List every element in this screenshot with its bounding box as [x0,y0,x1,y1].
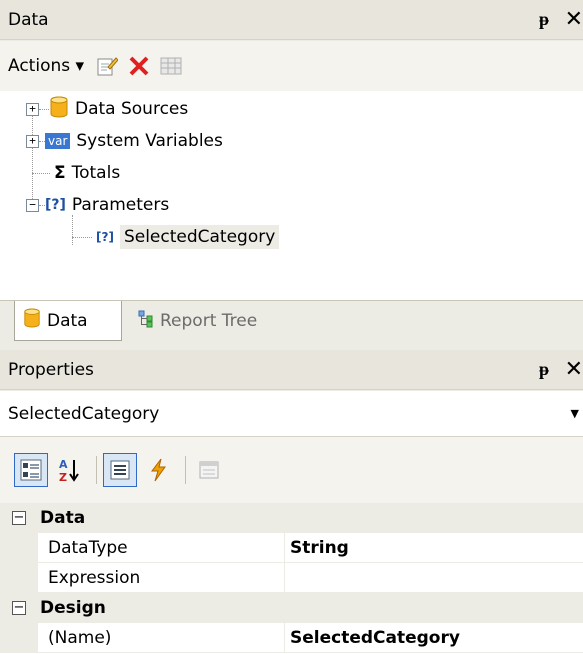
tree-item-parameters[interactable]: − [?] Parameters [26,189,169,221]
edit-icon[interactable] [92,51,122,81]
category-label: Data [40,508,86,528]
property-name: (Name) [48,628,112,648]
properties-panel-header: Properties ᵽ ✕ [0,350,583,390]
property-value[interactable]: SelectedCategory [290,628,460,648]
parameter-icon: [?] [96,230,114,244]
property-name: Expression [48,568,141,588]
tree-item-label: System Variables [76,131,223,151]
data-toolbar: Actions ▾ [0,41,583,91]
expand-icon[interactable]: + [26,102,39,116]
category-data[interactable]: − Data [0,503,583,533]
table-icon[interactable] [156,51,186,81]
data-tree: + Data Sources + var System Variables Σ … [0,91,583,300]
close-icon[interactable]: ✕ [565,7,583,32]
toolbar-separator [185,456,186,484]
svg-text:A: A [59,458,68,471]
delete-icon[interactable] [124,51,154,81]
tree-item-label: Totals [71,163,121,183]
tab-report-tree[interactable]: Report Tree [130,301,265,341]
tree-item-system-variables[interactable]: + var System Variables [26,125,223,157]
events-icon[interactable] [141,453,175,487]
tab-label: Data [47,310,88,331]
tree-item-label: Parameters [71,195,170,215]
pin-icon[interactable]: ᵽ [539,359,549,380]
database-icon [23,308,41,333]
property-name: DataType [48,538,128,558]
tree-item-totals[interactable]: Σ Totals [32,157,120,189]
parameters-icon: [?] [45,197,66,213]
sigma-icon: Σ [54,163,66,183]
property-pages-icon[interactable] [192,453,226,487]
object-selector-value: SelectedCategory [8,403,160,424]
collapse-icon[interactable]: − [12,511,26,525]
properties-panel-title: Properties [8,359,94,380]
data-panel-title: Data [8,9,49,30]
tab-label: Report Tree [160,311,258,331]
tab-data[interactable]: Data [14,301,122,341]
tree-item-label: Data Sources [75,99,189,119]
tree-item-label: SelectedCategory [119,225,280,249]
pin-icon[interactable]: ᵽ [539,9,549,30]
property-row-expression[interactable]: Expression [0,563,583,593]
alphabetical-icon[interactable]: A Z [52,453,86,487]
properties-toolbar: A Z [0,437,583,503]
property-value[interactable]: String [290,538,349,558]
svg-text:Z: Z [59,471,67,483]
category-label: Design [40,598,106,618]
collapse-icon[interactable]: − [26,198,39,212]
var-icon: var [45,133,71,149]
property-grid: − Data DataType String Expression − Desi… [0,503,583,654]
property-row-name[interactable]: (Name) SelectedCategory [0,623,583,653]
properties-icon[interactable] [103,453,137,487]
actions-menu-button[interactable]: Actions ▾ [8,56,84,76]
tree-item-data-sources[interactable]: + Data Sources [26,93,188,125]
expand-icon[interactable]: + [26,134,39,148]
object-selector[interactable]: SelectedCategory ▼ [0,391,583,437]
category-design[interactable]: − Design [0,593,583,623]
report-tree-icon [138,310,154,333]
property-row-datatype[interactable]: DataType String [0,533,583,563]
tree-item-selected-category[interactable]: [?] SelectedCategory [72,221,280,253]
toolbar-separator [96,456,97,484]
collapse-icon[interactable]: − [12,601,26,615]
data-panel-header: Data ᵽ ✕ [0,0,583,40]
data-panel-tabs: Data Report Tree [0,300,583,350]
categorized-icon[interactable] [14,453,48,487]
chevron-down-icon[interactable]: ▼ [571,407,579,420]
database-icon [49,96,69,123]
close-icon[interactable]: ✕ [565,357,583,382]
